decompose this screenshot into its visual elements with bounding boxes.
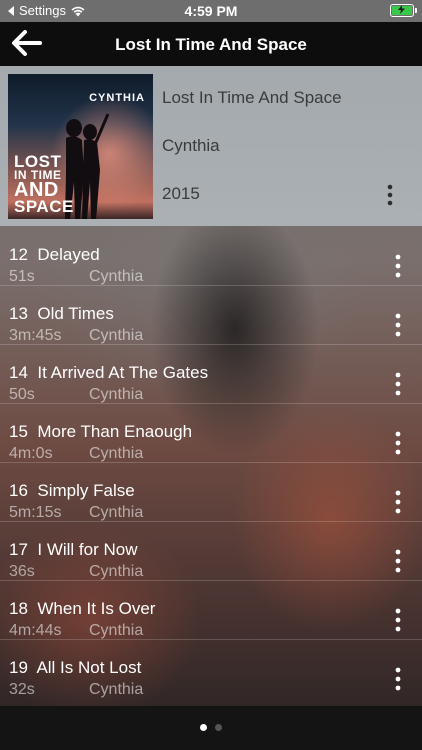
track-duration: 3m:45s — [9, 327, 62, 344]
bottom-bar — [0, 706, 422, 750]
cover-artist-text: CYNTHIA — [89, 92, 145, 104]
track-row[interactable]: 19 All Is Not Lost 32s Cynthia — [0, 639, 422, 698]
vertical-ellipsis-icon — [395, 372, 401, 396]
track-artist: Cynthia — [89, 622, 144, 639]
track-more-button[interactable] — [390, 372, 406, 396]
vertical-ellipsis-icon — [395, 431, 401, 455]
album-year: 2015 — [162, 184, 200, 203]
track-title: 12 Delayed — [9, 245, 100, 264]
track-more-button[interactable] — [390, 667, 406, 691]
track-title: 15 More Than Enaough — [9, 422, 193, 441]
track-duration: 36s — [9, 563, 35, 580]
track-more-button[interactable] — [390, 313, 406, 337]
track-title: 16 Simply False — [9, 481, 135, 500]
cover-title-text: LOST IN TIME AND SPACE — [14, 152, 74, 216]
track-row[interactable]: 13 Old Times 3m:45s Cynthia — [0, 285, 422, 345]
track-row[interactable]: 12 Delayed 51s Cynthia — [0, 226, 422, 286]
track-title: 13 Old Times — [9, 304, 114, 323]
vertical-ellipsis-icon — [395, 490, 401, 514]
track-title: 17 I Will for Now — [9, 540, 138, 559]
vertical-ellipsis-icon — [395, 313, 401, 337]
status-bar: Settings 4:59 PM — [0, 0, 422, 22]
vertical-ellipsis-icon — [387, 184, 393, 206]
track-artist: Cynthia — [89, 327, 144, 344]
track-duration: 4m:0s — [9, 445, 53, 462]
battery-icon — [390, 4, 417, 17]
track-row[interactable]: 16 Simply False 5m:15s Cynthia — [0, 462, 422, 522]
track-more-button[interactable] — [390, 254, 406, 278]
track-row[interactable]: 18 When It Is Over 4m:44s Cynthia — [0, 580, 422, 640]
track-duration: 32s — [9, 681, 35, 698]
track-row[interactable]: 17 I Will for Now 36s Cynthia — [0, 521, 422, 581]
track-artist: Cynthia — [89, 445, 144, 462]
page-dot-active[interactable] — [200, 724, 207, 731]
page-dot[interactable] — [215, 724, 222, 731]
album-cover: CYNTHIA LOST IN TIME AND SPACE — [8, 74, 153, 219]
track-duration: 4m:44s — [9, 622, 62, 639]
album-artist: Cynthia — [162, 136, 220, 155]
track-artist: Cynthia — [89, 504, 144, 521]
track-row[interactable]: 14 It Arrived At The Gates 50s Cynthia — [0, 344, 422, 404]
album-more-button[interactable] — [380, 184, 400, 206]
album-title: Lost In Time And Space — [162, 88, 342, 107]
track-artist: Cynthia — [89, 268, 144, 285]
track-duration: 50s — [9, 386, 35, 403]
vertical-ellipsis-icon — [395, 549, 401, 573]
track-title: 14 It Arrived At The Gates — [9, 363, 209, 382]
track-more-button[interactable] — [390, 431, 406, 455]
track-row[interactable]: 15 More Than Enaough 4m:0s Cynthia — [0, 403, 422, 463]
track-artist: Cynthia — [89, 386, 144, 403]
track-more-button[interactable] — [390, 608, 406, 632]
charging-bolt-icon — [398, 5, 405, 14]
page-indicator[interactable] — [0, 724, 422, 731]
vertical-ellipsis-icon — [395, 254, 401, 278]
track-artist: Cynthia — [89, 563, 144, 580]
track-title: 19 All Is Not Lost — [9, 658, 142, 677]
track-duration: 5m:15s — [9, 504, 62, 521]
track-artist: Cynthia — [89, 681, 144, 698]
track-more-button[interactable] — [390, 549, 406, 573]
track-more-button[interactable] — [390, 490, 406, 514]
nav-title: Lost In Time And Space — [115, 35, 307, 54]
track-title: 18 When It Is Over — [9, 599, 156, 618]
vertical-ellipsis-icon — [395, 608, 401, 632]
track-duration: 51s — [9, 268, 35, 285]
nav-bar: Lost In Time And Space — [0, 22, 422, 66]
status-time: 4:59 PM — [184, 3, 238, 19]
track-list: 12 Delayed 51s Cynthia 13 Old Times 3m:4… — [0, 226, 422, 706]
vertical-ellipsis-icon — [395, 667, 401, 691]
